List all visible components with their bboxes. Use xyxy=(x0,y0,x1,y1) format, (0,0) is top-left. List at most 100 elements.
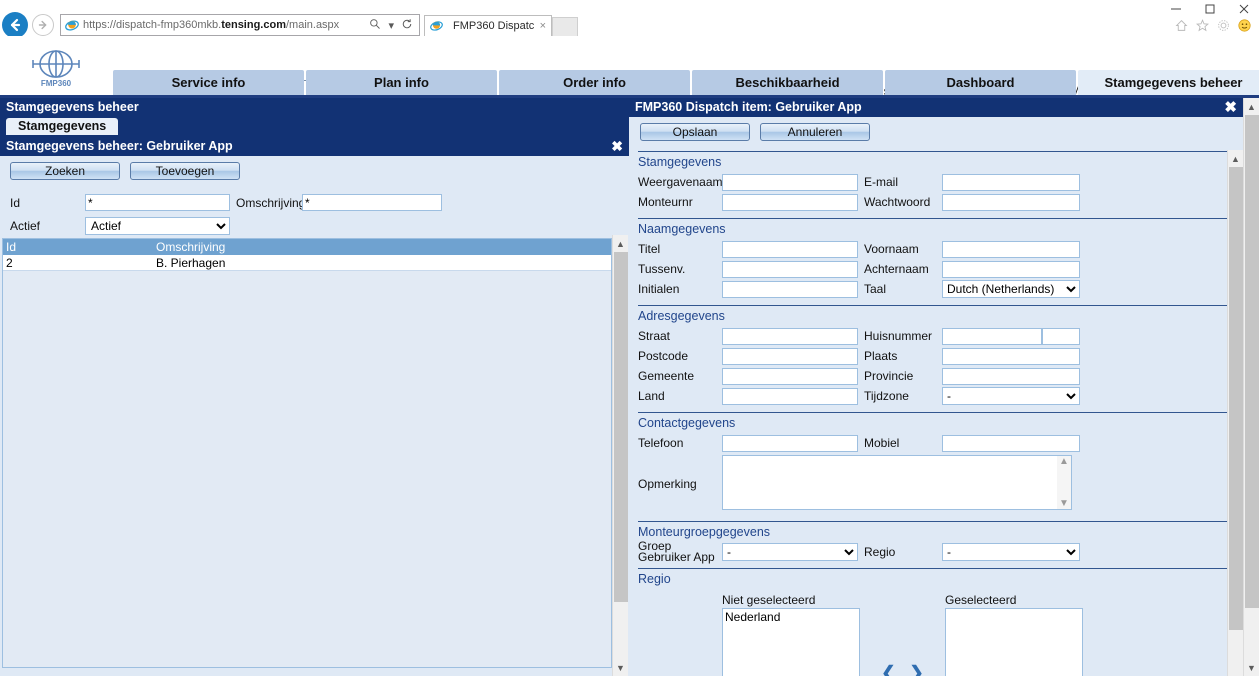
tab-plan-info[interactable]: Plan info xyxy=(306,70,497,95)
ie-logo-icon xyxy=(430,19,444,33)
left-panel-title: Stamgegevens beheer xyxy=(6,100,139,114)
scrollbar-thumb[interactable] xyxy=(613,252,628,602)
tab-order-info[interactable]: Order info xyxy=(499,70,690,95)
tab-close-icon[interactable]: × xyxy=(540,20,546,32)
new-tab-button[interactable] xyxy=(552,16,578,37)
tab-beschikbaarheid[interactable]: Beschikbaarheid xyxy=(692,70,883,95)
left-panel-scrollbar[interactable]: ▲ ▼ xyxy=(612,235,628,676)
subtab-stamgegevens[interactable]: Stamgegevens xyxy=(6,118,119,135)
tussenvoegsel-label: Tussenv. xyxy=(638,262,686,276)
transfer-arrows: ❮ ❯ ⇦ ⇨ xyxy=(860,593,945,676)
not-selected-listbox[interactable]: Nederland xyxy=(722,608,860,676)
list-item[interactable]: Nederland xyxy=(725,610,857,624)
forward-arrow-icon[interactable] xyxy=(32,14,54,36)
address-bar[interactable]: https://dispatch-fmp360mkb.tensing.com/m… xyxy=(60,14,420,36)
save-button[interactable]: Opslaan xyxy=(640,123,750,141)
field-row: Postcode Plaats xyxy=(638,346,1243,366)
wachtwoord-input[interactable] xyxy=(942,193,1080,211)
move-right-icon[interactable]: ❯ xyxy=(910,663,924,676)
maximize-icon[interactable] xyxy=(1201,2,1219,16)
taal-select[interactable]: Dutch (Netherlands) xyxy=(942,280,1080,298)
telefoon-label: Telefoon xyxy=(638,436,684,450)
selected-label: Geselecteerd xyxy=(945,593,1017,607)
plaats-input[interactable] xyxy=(942,347,1080,365)
field-row: Telefoon Mobiel xyxy=(638,433,1243,453)
regio-select[interactable]: - xyxy=(942,543,1080,561)
provincie-input[interactable] xyxy=(942,367,1080,385)
straat-input[interactable] xyxy=(722,327,858,345)
results-grid: Id Omschrijving 2 B. Pierhagen xyxy=(2,238,612,668)
tab-stamgegevens-beheer[interactable]: Stamgegevens beheer xyxy=(1078,70,1259,95)
browser-tab-title: FMP360 Dispatch xyxy=(453,20,535,32)
tab-service-info[interactable]: Service info xyxy=(113,70,304,95)
scroll-down-icon[interactable]: ▼ xyxy=(1059,498,1069,509)
gear-icon[interactable] xyxy=(1217,19,1230,32)
results-grid-header: Id Omschrijving xyxy=(3,239,611,255)
huisnummer-input[interactable] xyxy=(942,327,1042,345)
cancel-button[interactable]: Annuleren xyxy=(760,123,870,141)
section-title-monteurgroepgegevens: Monteurgroepgegevens xyxy=(638,525,771,539)
left-panel-sub-title: Stamgegevens beheer: Gebruiker App xyxy=(6,139,233,153)
tussenvoegsel-input[interactable] xyxy=(722,260,858,278)
email-input[interactable] xyxy=(942,173,1080,191)
browser-tab[interactable]: FMP360 Dispatch × xyxy=(424,14,552,37)
achternaam-label: Achternaam xyxy=(864,262,929,276)
home-icon[interactable] xyxy=(1175,19,1188,32)
voornaam-input[interactable] xyxy=(942,240,1080,258)
initialen-input[interactable] xyxy=(722,280,858,298)
form-scrollbar[interactable]: ▲ xyxy=(1227,150,1243,676)
gemeente-input[interactable] xyxy=(722,367,858,385)
add-button[interactable]: Toevoegen xyxy=(130,162,240,180)
refresh-icon[interactable] xyxy=(401,18,413,33)
page-scrollbar[interactable]: ▲ ▼ xyxy=(1243,98,1259,676)
textarea-scrollbar[interactable]: ▲ ▼ xyxy=(1057,456,1071,509)
mobiel-input[interactable] xyxy=(942,434,1080,452)
achternaam-input[interactable] xyxy=(942,260,1080,278)
search-button[interactable]: Zoeken xyxy=(10,162,120,180)
actief-select[interactable]: Actief xyxy=(85,216,230,235)
filter-row-id: Id Omschrijving xyxy=(10,192,629,213)
scroll-down-icon[interactable]: ▼ xyxy=(1244,659,1259,676)
weergavenaam-input[interactable] xyxy=(722,173,858,191)
minimize-icon[interactable] xyxy=(1167,2,1185,16)
close-icon[interactable] xyxy=(1235,2,1253,16)
opmerking-textarea[interactable] xyxy=(722,455,1072,510)
monteurnr-input[interactable] xyxy=(722,193,858,211)
taal-label: Taal xyxy=(864,282,887,296)
browser-tabstrip: FMP360 Dispatch × xyxy=(424,14,578,37)
groep-gebruiker-app-select[interactable]: - xyxy=(722,543,858,561)
back-arrow-icon[interactable] xyxy=(2,12,28,38)
tijdzone-select[interactable]: - xyxy=(942,387,1080,405)
tab-dashboard[interactable]: Dashboard xyxy=(885,70,1076,95)
id-input[interactable] xyxy=(85,194,230,211)
dropdown-caret-icon[interactable]: ▾ xyxy=(388,19,394,32)
omschrijving-input[interactable] xyxy=(302,194,442,211)
scroll-up-icon[interactable]: ▲ xyxy=(1059,456,1069,467)
scrollbar-thumb[interactable] xyxy=(1228,167,1243,630)
table-row[interactable]: 2 B. Pierhagen xyxy=(3,255,611,271)
land-input[interactable] xyxy=(722,387,858,405)
scroll-up-icon[interactable]: ▲ xyxy=(1228,150,1244,167)
selected-listbox[interactable] xyxy=(945,608,1083,676)
close-icon[interactable]: ✖ xyxy=(611,137,623,156)
cell-omschrijving: B. Pierhagen xyxy=(156,256,226,270)
search-icon[interactable] xyxy=(369,18,381,33)
section-divider xyxy=(638,305,1235,306)
column-header-omschrijving: Omschrijving xyxy=(156,240,226,254)
close-icon[interactable]: ✖ xyxy=(1224,98,1237,117)
selected-column: Geselecteerd xyxy=(945,593,1083,676)
scrollbar-thumb[interactable] xyxy=(1244,115,1259,608)
move-left-icon[interactable]: ❮ xyxy=(881,663,895,676)
results-grid-body: 2 B. Pierhagen xyxy=(3,255,611,271)
scroll-up-icon[interactable]: ▲ xyxy=(1244,98,1259,115)
postcode-input[interactable] xyxy=(722,347,858,365)
section-divider xyxy=(638,568,1235,569)
field-row: Straat Huisnummer xyxy=(638,326,1243,346)
telefoon-input[interactable] xyxy=(722,434,858,452)
huisnummer-toevoeging-input[interactable] xyxy=(1042,327,1080,345)
smiley-icon[interactable] xyxy=(1238,19,1251,32)
titel-input[interactable] xyxy=(722,240,858,258)
scroll-up-icon[interactable]: ▲ xyxy=(613,235,629,252)
star-icon[interactable] xyxy=(1196,19,1209,32)
scroll-down-icon[interactable]: ▼ xyxy=(613,659,629,676)
